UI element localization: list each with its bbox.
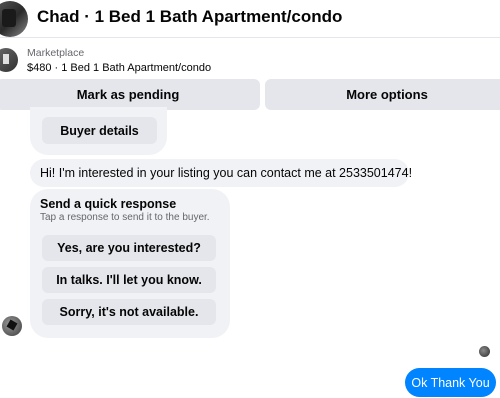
listing-source-label: Marketplace xyxy=(27,47,85,59)
contact-avatar[interactable] xyxy=(0,1,28,37)
quick-response-option[interactable]: In talks. I'll let you know. xyxy=(42,267,216,293)
quick-response-subtitle: Tap a response to send it to the buyer. xyxy=(40,212,210,223)
listing-thumbnail[interactable] xyxy=(0,48,18,72)
conversation-title[interactable]: Chad · 1 Bed 1 Bath Apartment/condo xyxy=(37,7,342,27)
quick-response-option[interactable]: Yes, are you interested? xyxy=(42,235,216,261)
mark-as-pending-button[interactable]: Mark as pending xyxy=(0,79,260,110)
outgoing-message: Ok Thank You xyxy=(405,368,496,397)
sender-avatar[interactable] xyxy=(2,316,22,336)
quick-response-option[interactable]: Sorry, it's not available. xyxy=(42,299,216,325)
conversation-header: Chad · 1 Bed 1 Bath Apartment/condo xyxy=(0,0,500,38)
quick-response-title: Send a quick response xyxy=(40,197,177,211)
marketplace-listing[interactable]: Marketplace $480 · 1 Bed 1 Bath Apartmen… xyxy=(0,41,500,79)
more-options-button[interactable]: More options xyxy=(265,79,500,110)
listing-description: $480 · 1 Bed 1 Bath Apartment/condo xyxy=(27,62,212,74)
incoming-message: Hi! I'm interested in your listing you c… xyxy=(30,159,412,187)
messenger-conversation: Chad · 1 Bed 1 Bath Apartment/condo Mark… xyxy=(0,0,500,398)
buyer-details-button[interactable]: Buyer details xyxy=(42,117,157,144)
seen-indicator-avatar xyxy=(479,346,490,357)
